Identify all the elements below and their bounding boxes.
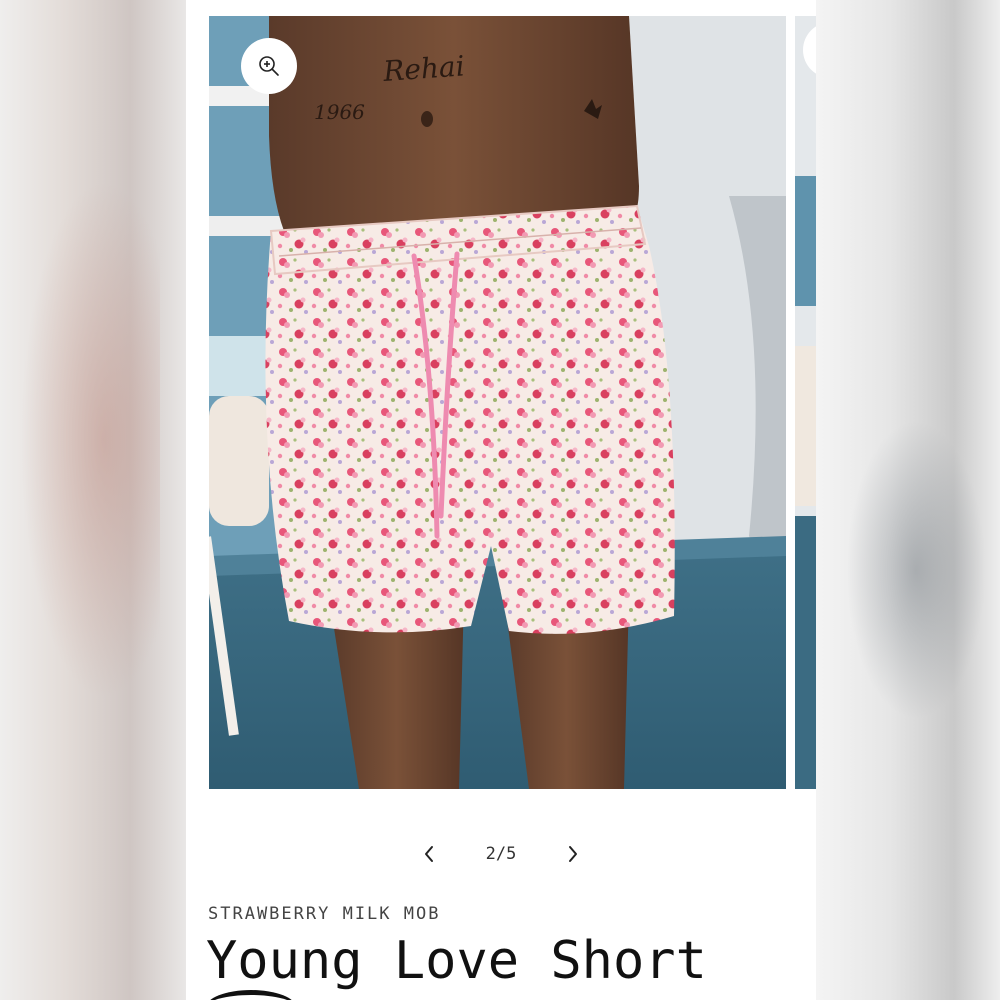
next-product-photo [795, 16, 816, 789]
zoom-button[interactable] [241, 38, 297, 94]
gallery-pagination: 2/5 [186, 832, 816, 876]
product-image-slide[interactable]: Rehai 1966 [209, 16, 786, 789]
product-page: Rehai 1966 2/5 STRAWBERRY MILK MOB Young… [186, 0, 816, 1000]
product-vendor: STRAWBERRY MILK MOB [208, 904, 441, 924]
product-gallery[interactable]: Rehai 1966 2/5 [186, 0, 816, 864]
next-slide-button[interactable] [551, 832, 595, 876]
product-title: Young Love Short [206, 931, 707, 991]
blurred-backdrop-right [816, 0, 1000, 1000]
next-image-slide-peek[interactable] [795, 16, 816, 789]
previous-slide-button[interactable] [407, 832, 451, 876]
blurred-backdrop-left [0, 0, 186, 1000]
product-photo: Rehai 1966 [209, 16, 786, 789]
zoom-in-icon [259, 56, 279, 76]
chevron-left-icon [425, 846, 433, 862]
chevron-right-icon [569, 846, 577, 862]
svg-text:1966: 1966 [314, 100, 365, 124]
svg-text:Rehai: Rehai [381, 49, 465, 88]
slide-counter: 2/5 [485, 844, 517, 864]
